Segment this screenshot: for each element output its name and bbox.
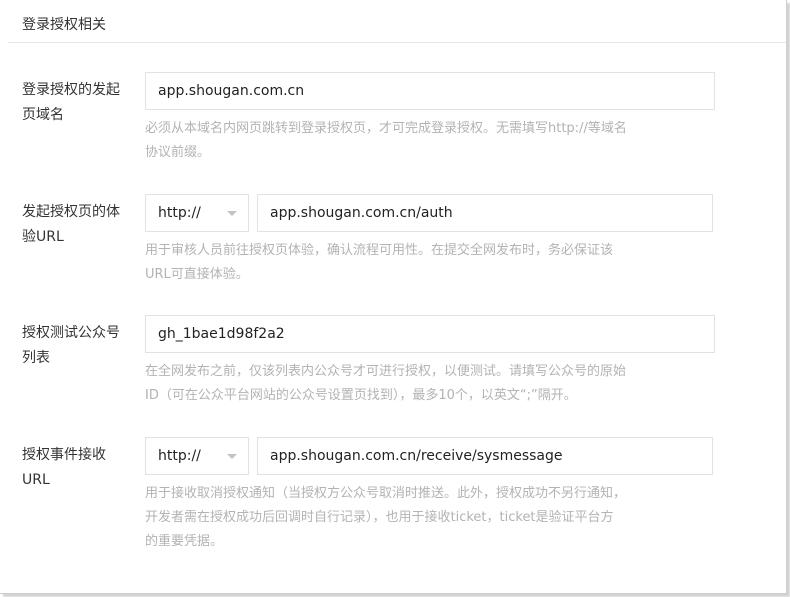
protocol-select[interactable]: http:// (145, 437, 249, 475)
protocol-value: http:// (158, 448, 201, 464)
event-url-input[interactable]: app.shougan.com.cn/receive/sysmessage (257, 437, 713, 475)
chevron-down-icon (227, 454, 237, 459)
field-label: 授权事件接收 URL (22, 447, 106, 488)
auth-page-url-input[interactable]: app.shougan.com.cn/auth (257, 194, 713, 232)
protocol-value: http:// (158, 205, 201, 221)
field-label: 发起授权页的体 验URL (22, 204, 120, 245)
field-hint: 在全网发布之前，仅该列表内公众号才可进行授权，以便测试。请填写公众号的原始 ID… (145, 364, 627, 403)
section-divider (8, 42, 786, 43)
section-title: 登录授权相关 (22, 17, 106, 33)
chevron-down-icon (227, 211, 237, 216)
test-accounts-input[interactable]: gh_1bae1d98f2a2 (145, 315, 715, 353)
field-label: 授权测试公众号 列表 (22, 325, 120, 366)
protocol-select[interactable]: http:// (145, 194, 249, 232)
field-hint: 用于接收取消授权通知（当授权方公众号取消时推送。此外，授权成功不另行通知， 开发… (145, 486, 627, 549)
settings-panel: 登录授权相关 登录授权的发起 页域名 app.shougan.com.cn 必须… (0, 0, 787, 594)
login-domain-input[interactable]: app.shougan.com.cn (145, 72, 715, 110)
field-hint: 用于审核人员前往授权页体验，确认流程可用性。在提交全网发布时，务必保证该 URL… (145, 243, 614, 282)
field-label: 登录授权的发起 页域名 (22, 82, 120, 123)
field-hint: 必须从本域名内网页跳转到登录授权页，才可完成登录授权。无需填写http://等域… (145, 121, 627, 160)
